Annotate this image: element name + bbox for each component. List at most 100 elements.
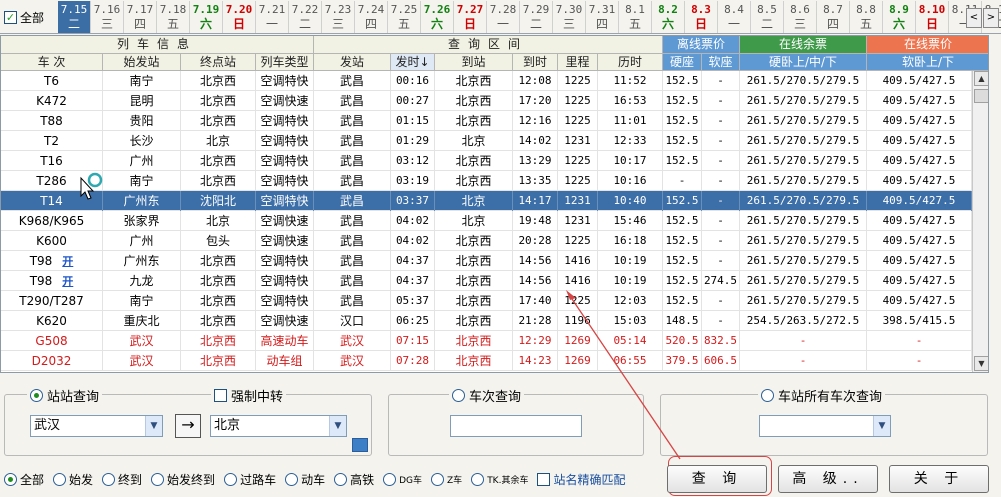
date-tab[interactable]: 7.30 三 (553, 1, 586, 33)
advanced-button[interactable]: 高 级.. (778, 465, 878, 493)
station-query-title[interactable]: 站站查询 (27, 386, 103, 405)
table-row[interactable]: G508 武汉 北京西 高速动车 武汉 07:15 北京西 12:29 1269 05:14 520… (1, 331, 972, 351)
cell-soft-seat: - (702, 311, 740, 331)
cell-distance: 1225 (558, 291, 598, 311)
cell-arrive-time: 20:28 (513, 231, 558, 251)
date-tab[interactable]: 7.27 日 (454, 1, 487, 33)
filter-radio[interactable]: 终到 (102, 471, 142, 488)
chevron-down-icon[interactable]: ▼ (873, 416, 890, 436)
all-dates-checkbox[interactable]: ✓ 全部 (4, 8, 44, 26)
col-arrive-time[interactable]: 到时 (513, 54, 558, 71)
date-tab[interactable]: 7.22 二 (289, 1, 322, 33)
table-row[interactable]: T14 广州东 沈阳北 空调特快 武昌 03:37 北京 14:17 1231 10:40 152.… (1, 191, 972, 211)
scroll-up-icon[interactable]: ▲ (974, 71, 988, 86)
date-tab[interactable]: 8.10 日 (916, 1, 949, 33)
scroll-down-icon[interactable]: ▼ (974, 356, 988, 371)
col-depart-time[interactable]: 发时↓ (391, 54, 435, 71)
col-train-type[interactable]: 列车类型 (256, 54, 314, 71)
date-tab[interactable]: 7.29 二 (520, 1, 553, 33)
table-row[interactable]: T16 广州 北京西 空调特快 武昌 03:12 北京西 13:29 1225 10:17 152.… (1, 151, 972, 171)
to-station-select[interactable]: 北京 ▼ (210, 415, 347, 437)
date-tab[interactable]: 7.17 四 (124, 1, 157, 33)
date-tab[interactable]: 8.2 六 (652, 1, 685, 33)
date-tab[interactable]: 7.20 日 (223, 1, 256, 33)
force-transfer-checkbox[interactable]: 强制中转 (211, 386, 287, 405)
date-tab[interactable]: 7.19 六 (190, 1, 223, 33)
train-no-input[interactable] (450, 415, 582, 437)
scroll-thumb[interactable] (974, 89, 988, 103)
table-row[interactable]: K968/K965 张家界 北京 空调快速 武昌 04:02 北京 19:48 1231 15:4… (1, 211, 972, 231)
swap-stations-button[interactable]: → (175, 414, 201, 438)
date-tab[interactable]: 7.28 一 (487, 1, 520, 33)
from-station-select[interactable]: 武汉 ▼ (30, 415, 163, 437)
table-row[interactable]: T2 长沙 北京 空调特快 武昌 01:29 北京 14:02 1231 12:33 152.5 - 2… (1, 131, 972, 151)
col-distance[interactable]: 里程 (558, 54, 598, 71)
col-hard-seat[interactable]: 硬座 (663, 54, 702, 71)
filter-radio[interactable]: Z车 (431, 472, 462, 486)
filter-radio[interactable]: 全部 (4, 471, 44, 488)
table-row[interactable]: T290/T287 南宁 北京西 空调特快 武昌 05:37 北京西 17:40 1225 12:… (1, 291, 972, 311)
date-tab[interactable]: 8.5 二 (751, 1, 784, 33)
filter-radio[interactable]: 高铁 (334, 471, 374, 488)
col-terminal[interactable]: 终点站 (181, 54, 256, 71)
filter-radio[interactable]: 动车 (285, 471, 325, 488)
chevron-right-icon[interactable]: > (983, 8, 999, 28)
col-origin[interactable]: 始发站 (103, 54, 181, 71)
table-row[interactable]: K600 广州 包头 空调快速 武昌 04:02 北京西 20:28 1225 16:18 152.… (1, 231, 972, 251)
date-tab[interactable]: 7.26 六 (421, 1, 454, 33)
table-row[interactable]: K620 重庆北 北京西 空调快速 汉口 06:25 北京西 21:28 1196 15:03 14… (1, 311, 972, 331)
chevron-down-icon[interactable]: ▼ (329, 416, 346, 436)
table-row[interactable]: T98 开 广州东 北京西 空调特快 武昌 04:37 北京西 14:56 1416 10:19 15… (1, 251, 972, 271)
date-tab[interactable]: 8.3 日 (685, 1, 718, 33)
filter-radio[interactable]: 过路车 (224, 471, 276, 488)
date-tab[interactable]: 7.18 五 (157, 1, 190, 33)
date-tab[interactable]: 8.9 六 (883, 1, 916, 33)
cell-soft-sleeper: 409.5/427.5 (867, 231, 972, 251)
date-tab[interactable]: 8.1 五 (619, 1, 652, 33)
station-all-select[interactable]: ▼ (759, 415, 891, 437)
filter-label: 始发 (69, 472, 94, 487)
date-tab[interactable]: 8.6 三 (784, 1, 817, 33)
date-tab[interactable]: 7.25 五 (388, 1, 421, 33)
date-tab[interactable]: 8.8 五 (850, 1, 883, 33)
col-hard-sleeper[interactable]: 硬卧上/中/下 (740, 54, 867, 71)
col-soft-sleeper[interactable]: 软卧上/下 (867, 54, 988, 71)
col-soft-seat[interactable]: 软座 (702, 54, 740, 71)
col-arrive-station[interactable]: 到站 (435, 54, 513, 71)
open-train-link[interactable]: 开 (62, 252, 73, 271)
table-row[interactable]: T286 南宁 北京西 空调特快 武昌 03:19 北京西 13:35 1225 10:16 - - 2… (1, 171, 972, 191)
date-tab[interactable]: 7.31 四 (586, 1, 619, 33)
station-all-query-title[interactable]: 车站所有车次查询 (758, 386, 886, 405)
table-row[interactable]: T88 贵阳 北京西 空调特快 武昌 01:15 北京西 12:16 1225 11:01 152.… (1, 111, 972, 131)
vertical-scrollbar[interactable]: ▲ ▼ (972, 71, 988, 372)
table-row[interactable]: T6 南宁 北京西 空调特快 武昌 00:16 北京西 12:08 1225 11:52 152.5… (1, 71, 972, 91)
filter-radio[interactable]: TK.其余车 (471, 472, 528, 486)
exact-match-checkbox[interactable]: 站名精确匹配 (537, 471, 625, 488)
col-duration[interactable]: 历时 (598, 54, 663, 71)
col-depart-station[interactable]: 发站 (314, 54, 391, 71)
table-row[interactable]: D2032 武汉 北京西 动车组 武汉 07:28 北京西 14:23 1269 06:55 379… (1, 351, 972, 371)
chevron-down-icon[interactable]: ▼ (145, 416, 162, 436)
cell-train-no: K968/K965 (1, 211, 103, 231)
col-train-no[interactable]: 车 次 (1, 54, 103, 71)
cell-hard-sleeper: 261.5/270.5/279.5 (740, 131, 867, 151)
filter-radio[interactable]: 始发 (53, 471, 93, 488)
about-button[interactable]: 关 于 (889, 465, 989, 493)
date-tab[interactable]: 7.21 一 (256, 1, 289, 33)
date-tab[interactable]: 7.16 三 (91, 1, 124, 33)
query-button[interactable]: 查 询 (667, 465, 767, 493)
table-row[interactable]: K472 昆明 北京西 空调快速 武昌 00:27 北京西 17:20 1225 16:53 152… (1, 91, 972, 111)
filter-radio[interactable]: DG车 (383, 472, 422, 486)
filter-radio[interactable]: 始发终到 (151, 471, 215, 488)
chevron-left-icon[interactable]: < (966, 8, 982, 28)
date-tab[interactable]: 7.23 三 (322, 1, 355, 33)
date-tab[interactable]: 7.24 四 (355, 1, 388, 33)
date-tab[interactable]: 8.7 四 (817, 1, 850, 33)
cell-soft-seat: 274.5 (702, 271, 740, 291)
date-tab[interactable]: 7.15 二 (58, 1, 91, 33)
date-tab[interactable]: 8.4 一 (718, 1, 751, 33)
open-train-link[interactable]: 开 (62, 272, 73, 291)
train-query-title[interactable]: 车次查询 (449, 386, 525, 405)
table-row[interactable]: T98 开 九龙 北京西 空调特快 武昌 04:37 北京西 14:56 1416 10:19 152… (1, 271, 972, 291)
calendar-icon[interactable] (352, 438, 368, 452)
